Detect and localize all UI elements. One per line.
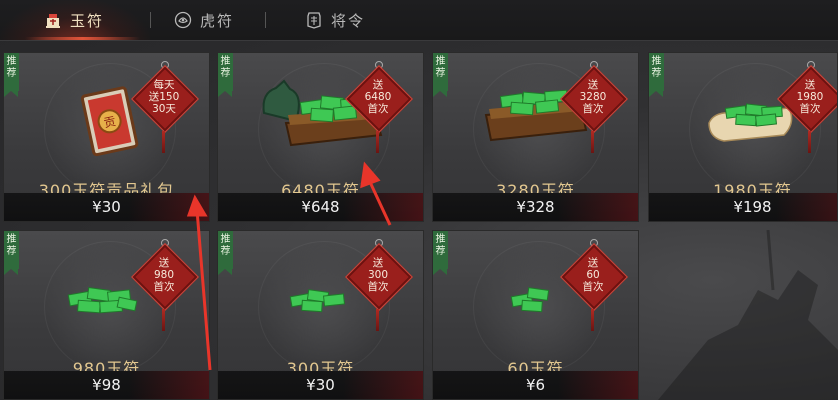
price-label: ¥30	[306, 376, 335, 394]
tag-line-1: 送	[372, 257, 384, 269]
price-button[interactable]: ¥328	[433, 193, 638, 221]
price-button[interactable]: ¥6	[433, 371, 638, 399]
tag-line-3: 30天	[152, 103, 176, 115]
tag-tassel	[162, 131, 165, 153]
tag-line-1: 送	[372, 79, 384, 91]
bonus-tag: 送 300 首次	[345, 239, 413, 331]
tag-line-1: 每天	[153, 79, 175, 91]
shop-item-card[interactable]: 推荐 送 980 首次 980玉符 ¥98	[3, 230, 210, 400]
tab-command-label: 将令	[331, 11, 366, 30]
tab-tiger[interactable]: 虎符	[174, 0, 234, 40]
bonus-tag: 送 6480 首次	[345, 61, 413, 153]
tag-tassel	[591, 309, 594, 331]
bonus-tag: 送 3280 首次	[560, 61, 628, 153]
tag-tassel	[808, 131, 811, 153]
shop-item-card[interactable]: 推荐 送 1980 首次 1980玉符 ¥198	[648, 52, 838, 222]
tag-line-2: 300	[367, 269, 389, 281]
command-token-icon	[307, 12, 321, 29]
shop-item-card[interactable]: 推荐 送 6480 首次 6480玉符 ¥648	[217, 52, 424, 222]
warrior-silhouette-icon	[658, 230, 838, 400]
shop-item-card[interactable]: 推荐 送 3280 首次 3280玉符 ¥328	[432, 52, 639, 222]
tab-jade-label: 玉符	[70, 11, 105, 30]
tag-line-1: 送	[587, 257, 599, 269]
price-label: ¥30	[92, 198, 121, 216]
tag-line-2: 6480	[364, 91, 392, 103]
tag-line-3: 首次	[153, 281, 175, 293]
tab-bar: 玉符 虎符 将令	[0, 0, 838, 41]
bonus-tag: 每天 送150 30天	[131, 61, 199, 153]
jade-pile-small-icon	[510, 287, 550, 313]
price-button[interactable]: ¥30	[218, 371, 423, 399]
tag-line-2: 3280	[579, 91, 607, 103]
recommend-badge: 推荐	[649, 53, 664, 97]
recommend-badge: 推荐	[218, 53, 233, 97]
jade-pile-large-icon	[67, 286, 138, 314]
tag-line-2: 送150	[148, 91, 180, 103]
shop-item-card[interactable]: 推荐 贡 每天 送150 30天 300玉符贡品礼包 ¥30	[3, 52, 210, 222]
tab-tiger-label: 虎符	[200, 11, 235, 30]
tag-tassel	[591, 131, 594, 153]
tag-line-2: 1980	[796, 91, 824, 103]
tag-text: 送 300 首次	[347, 257, 409, 293]
tab-jade[interactable]: 玉符	[44, 0, 104, 40]
price-label: ¥98	[92, 376, 121, 394]
tag-line-1: 送	[587, 79, 599, 91]
tag-tassel	[376, 309, 379, 331]
tag-line-3: 首次	[367, 103, 389, 115]
tag-line-2: 980	[153, 269, 175, 281]
price-button[interactable]: ¥198	[649, 193, 837, 221]
tag-line-3: 首次	[582, 281, 604, 293]
tab-divider	[150, 12, 151, 28]
tag-line-3: 首次	[367, 281, 389, 293]
tag-line-3: 首次	[582, 103, 604, 115]
tag-line-1: 送	[804, 79, 816, 91]
tag-text: 送 3280 首次	[562, 79, 624, 115]
price-label: ¥328	[516, 198, 555, 216]
jade-pile-icon	[289, 289, 346, 313]
tag-text: 送 6480 首次	[347, 79, 409, 115]
price-button[interactable]: ¥98	[4, 371, 209, 399]
recommend-badge: 推荐	[4, 231, 19, 275]
tag-text: 每天 送150 30天	[133, 79, 195, 115]
price-button[interactable]: ¥648	[218, 193, 423, 221]
tab-divider	[265, 12, 266, 28]
recommend-badge: 推荐	[218, 231, 233, 275]
tag-tassel	[376, 131, 379, 153]
tag-tassel	[162, 309, 165, 331]
price-button[interactable]: ¥30	[4, 193, 209, 221]
tab-command[interactable]: 将令	[305, 0, 365, 40]
price-label: ¥198	[733, 198, 772, 216]
price-label: ¥6	[525, 376, 546, 394]
price-label: ¥648	[301, 198, 340, 216]
tiger-tally-icon	[174, 11, 192, 29]
shop-item-card[interactable]: 推荐 送 60 首次 60玉符 ¥6	[432, 230, 639, 400]
shop-item-card[interactable]: 推荐 送 300 首次 300玉符 ¥30	[217, 230, 424, 400]
bonus-tag: 送 980 首次	[131, 239, 199, 331]
bonus-tag: 送 60 首次	[560, 239, 628, 331]
recommend-badge: 推荐	[433, 53, 448, 97]
tag-line-3: 首次	[799, 103, 821, 115]
recommend-badge: 推荐	[433, 231, 448, 275]
tag-text: 送 980 首次	[133, 257, 195, 293]
jade-seal-icon	[46, 14, 60, 28]
tag-text: 送 1980 首次	[779, 79, 837, 115]
tag-text: 送 60 首次	[562, 257, 624, 293]
tag-line-1: 送	[158, 257, 170, 269]
tag-line-2: 60	[586, 269, 600, 281]
bonus-tag: 送 1980 首次	[777, 61, 837, 153]
recommend-badge: 推荐	[4, 53, 19, 97]
